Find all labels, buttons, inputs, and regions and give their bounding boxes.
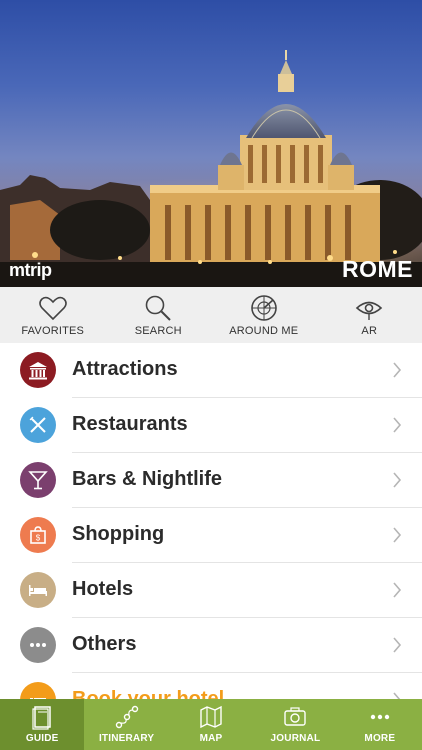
quick-actions-bar: FAVORITES SEARCH AROUND ME AR <box>0 287 422 343</box>
tab-label: ITINERARY <box>98 733 155 744</box>
tab-journal[interactable]: JOURNAL <box>253 699 337 750</box>
bottom-tab-bar: GUIDE ITINERARY MAP JOURNAL MORE <box>0 699 422 750</box>
hero-photo: mtrip ROME <box>0 0 422 287</box>
list-item-hotels[interactable]: Hotels <box>0 563 422 618</box>
list-item-attractions[interactable]: Attractions <box>0 343 422 398</box>
list-item-bars-nightlife[interactable]: Bars & Nightlife <box>0 453 422 508</box>
tab-map[interactable]: MAP <box>169 699 253 750</box>
list-item-restaurants[interactable]: Restaurants <box>0 398 422 453</box>
restaurants-badge <box>20 407 56 443</box>
search-button[interactable]: SEARCH <box>106 287 212 343</box>
others-badge <box>20 627 56 663</box>
hotels-badge <box>20 572 56 608</box>
around-me-button[interactable]: AROUND ME <box>211 287 317 343</box>
brand-logo: mtrip <box>9 260 52 280</box>
chevron-right-icon <box>393 472 402 488</box>
museum-icon <box>29 362 47 380</box>
list-item-label: Others <box>72 633 137 655</box>
cocktail-icon <box>28 471 48 490</box>
tab-itinerary[interactable]: ITINERARY <box>84 699 168 750</box>
around-me-label: AROUND ME <box>229 325 299 337</box>
tab-label: MORE <box>364 733 396 744</box>
book-icon <box>32 706 51 730</box>
tab-more[interactable]: MORE <box>338 699 422 750</box>
search-label: SEARCH <box>134 325 182 337</box>
bars-badge <box>20 462 56 498</box>
shopping-bag-icon: $ <box>30 526 46 544</box>
shopping-badge: $ <box>20 517 56 553</box>
tab-label: MAP <box>199 733 223 744</box>
chevron-right-icon <box>393 637 402 653</box>
chevron-right-icon <box>393 527 402 543</box>
eye-icon <box>356 301 383 320</box>
list-item-label: Shopping <box>72 523 165 545</box>
magnifier-icon <box>145 295 171 321</box>
chevron-right-icon <box>393 362 402 378</box>
more-dots-icon <box>370 714 390 720</box>
svg-text:$: $ <box>36 534 41 543</box>
ar-label: AR <box>361 325 378 337</box>
favorites-button[interactable]: FAVORITES <box>0 287 106 343</box>
tab-label: GUIDE <box>25 733 59 744</box>
favorites-label: FAVORITES <box>21 325 85 337</box>
attractions-badge <box>20 352 56 388</box>
list-item-label: Attractions <box>72 358 178 380</box>
category-list: Attractions Restaurants Bars & Nightlife <box>0 343 422 728</box>
st-peters-basilica-illustration <box>0 50 422 287</box>
list-item-label: Bars & Nightlife <box>72 468 223 490</box>
heart-icon <box>38 296 67 321</box>
radar-icon <box>250 295 277 321</box>
list-item-label: Restaurants <box>72 413 188 435</box>
camera-icon <box>284 707 307 726</box>
map-icon <box>200 705 222 729</box>
more-dots-icon <box>30 643 46 647</box>
city-title: ROME <box>342 256 413 282</box>
list-item-others[interactable]: Others <box>0 618 422 673</box>
chevron-right-icon <box>393 582 402 598</box>
chevron-right-icon <box>393 417 402 433</box>
bed-icon <box>29 585 47 596</box>
list-item-shopping[interactable]: $ Shopping <box>0 508 422 563</box>
route-icon <box>115 705 138 729</box>
fork-knife-icon <box>29 416 46 433</box>
list-item-label: Hotels <box>72 578 134 600</box>
tab-guide[interactable]: GUIDE <box>0 699 85 750</box>
ar-button[interactable]: AR <box>317 287 422 343</box>
tab-label: JOURNAL <box>270 733 321 744</box>
